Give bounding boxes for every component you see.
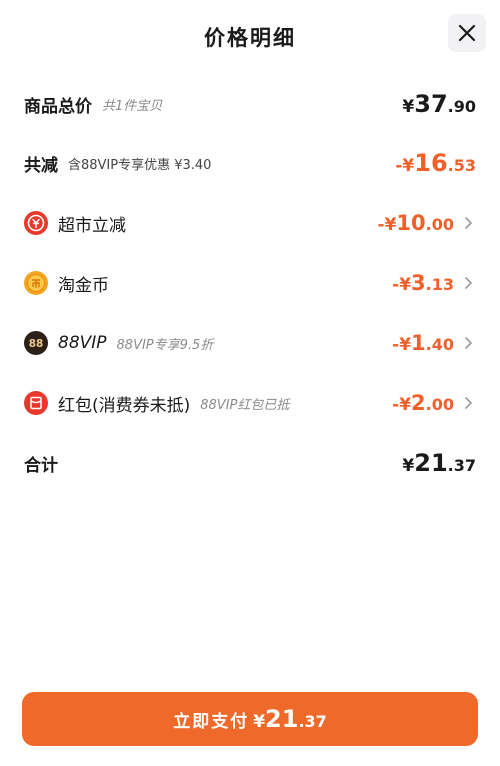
coin-icon bbox=[24, 271, 48, 295]
subtotal-label: 商品总价 bbox=[24, 96, 92, 117]
red-packet-note: 88VIP红包已抵 bbox=[200, 397, 290, 413]
supermarket-discount-label: 超市立减 bbox=[58, 215, 126, 236]
red-packet-row[interactable]: 红包(消费券未抵) 88VIP红包已抵 -¥ 2.00 bbox=[24, 383, 476, 423]
pay-now-button[interactable]: 立即支付 ¥21.37 bbox=[22, 692, 478, 746]
vip-note: 88VIP专享9.5折 bbox=[116, 337, 214, 353]
supermarket-discount-row[interactable]: 超市立减 -¥ 10.00 bbox=[24, 203, 476, 243]
subtotal-price: ¥37.90 bbox=[402, 90, 476, 118]
chevron-right-icon bbox=[465, 217, 473, 229]
total-discount-row: 共减 含88VIP专享优惠 ¥3.40 -¥ 16.53 bbox=[24, 143, 476, 183]
supermarket-discount-icon bbox=[24, 211, 48, 235]
subtotal-count: 共1件宝贝 bbox=[102, 98, 163, 114]
supermarket-discount-price: -¥ 10.00 bbox=[377, 211, 454, 235]
total-price: ¥21.37 bbox=[402, 449, 476, 477]
total-discount-price: -¥ 16.53 bbox=[395, 149, 476, 177]
svg-text:88: 88 bbox=[29, 338, 44, 350]
red-packet-label: 红包(消费券未抵) bbox=[58, 395, 191, 416]
total-row: 合计 ¥21.37 bbox=[24, 443, 476, 483]
pay-now-amount: ¥21.37 bbox=[253, 705, 327, 733]
chevron-right-icon bbox=[465, 337, 473, 349]
vip-88-icon: 88 bbox=[24, 331, 48, 355]
subtotal-row: 商品总价 共1件宝贝 ¥37.90 bbox=[24, 84, 476, 124]
header: 价格明细 bbox=[0, 0, 500, 72]
taojin-coin-price: -¥ 3.13 bbox=[392, 271, 454, 295]
close-button[interactable] bbox=[448, 14, 486, 52]
pay-now-label: 立即支付 bbox=[173, 711, 250, 732]
total-label: 合计 bbox=[24, 455, 58, 476]
taojin-coin-row[interactable]: 淘金币 -¥ 3.13 bbox=[24, 263, 476, 303]
red-packet-icon bbox=[24, 391, 48, 415]
page-title: 价格明细 bbox=[204, 26, 296, 50]
vip-label: 88VIP bbox=[58, 333, 107, 353]
red-packet-price: -¥ 2.00 bbox=[392, 391, 454, 415]
taojin-coin-label: 淘金币 bbox=[58, 275, 109, 296]
close-icon bbox=[458, 24, 476, 42]
vip-price: -¥ 1.40 bbox=[392, 331, 454, 355]
total-discount-note: 含88VIP专享优惠 ¥3.40 bbox=[68, 157, 212, 173]
total-discount-label: 共减 bbox=[24, 155, 58, 176]
chevron-right-icon bbox=[465, 277, 473, 289]
chevron-right-icon bbox=[465, 397, 473, 409]
vip-row[interactable]: 88 88VIP 88VIP专享9.5折 -¥ 1.40 bbox=[24, 323, 476, 363]
